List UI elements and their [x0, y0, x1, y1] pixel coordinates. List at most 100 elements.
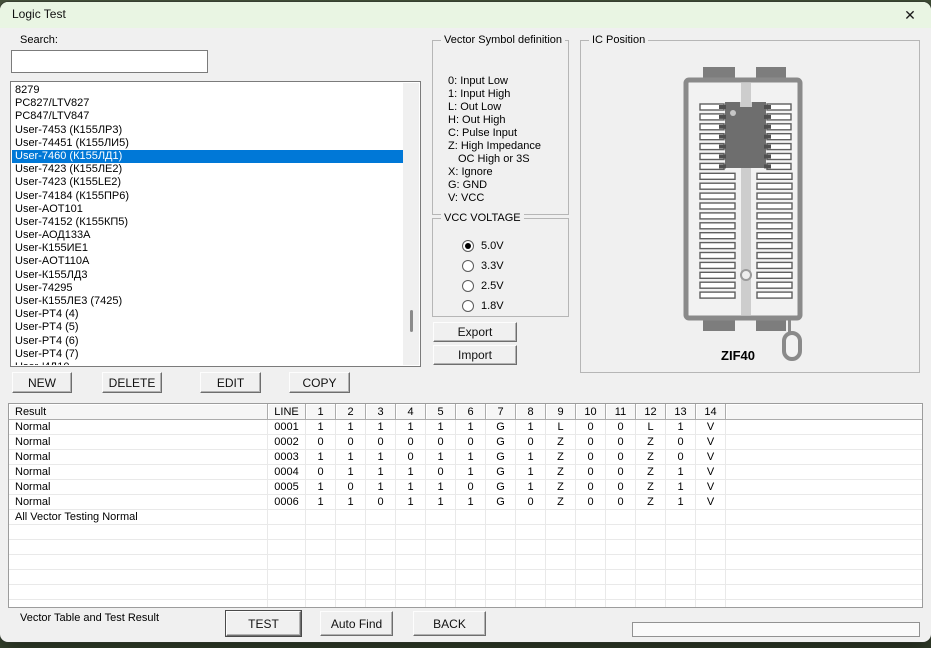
filler-cell	[726, 435, 922, 449]
column-header-pin[interactable]: 7	[486, 404, 516, 420]
device-list-item[interactable]: User-AOT110A	[12, 255, 403, 268]
auto-find-button[interactable]: Auto Find	[320, 611, 393, 636]
edit-button[interactable]: EDIT	[200, 372, 261, 393]
search-input[interactable]	[11, 50, 208, 73]
pin-value-cell: 1	[456, 450, 486, 464]
column-header-pin[interactable]: 1	[306, 404, 336, 420]
vcc-option[interactable]: 3.3V	[433, 256, 568, 276]
pin-value-cell	[576, 585, 606, 599]
column-header-pin[interactable]: 3	[366, 404, 396, 420]
pin-value-cell	[516, 510, 546, 524]
filler-cell	[726, 420, 922, 434]
vcc-option[interactable]: 1.8V	[433, 296, 568, 316]
table-row[interactable]: Normal0005101110G1Z00Z1V	[9, 480, 922, 495]
back-button[interactable]: BACK	[413, 611, 486, 636]
device-list-item[interactable]: User-К155ИЕ1	[12, 242, 403, 255]
filler-cell	[726, 555, 922, 569]
device-list-item[interactable]: User-АОД133А	[12, 229, 403, 242]
column-header-pin[interactable]: 12	[636, 404, 666, 420]
device-list-item[interactable]: User-PT4 (4)	[12, 308, 403, 321]
table-row[interactable]: Normal0001111111G1L00L1V	[9, 420, 922, 435]
table-row[interactable]: Normal0004011101G1Z00Z1V	[9, 465, 922, 480]
vector-symbol-line: L: Out Low	[448, 101, 566, 114]
pin-value-cell	[306, 540, 336, 554]
device-list-item[interactable]: User-PT4 (6)	[12, 335, 403, 348]
pin-value-cell: 0	[456, 435, 486, 449]
device-list-item[interactable]: User-PT4 (5)	[12, 321, 403, 334]
device-list-item[interactable]: User-7423 (К155LE2)	[12, 176, 403, 189]
filler-cell	[726, 570, 922, 584]
device-listbox[interactable]: 8279PC827/LTV827PC847/LTV847User-7453 (К…	[10, 81, 421, 367]
column-header-pin[interactable]: 5	[426, 404, 456, 420]
column-header-pin[interactable]: 2	[336, 404, 366, 420]
device-list-item[interactable]: PC827/LTV827	[12, 97, 403, 110]
device-list-item[interactable]: 8279	[12, 84, 403, 97]
column-header-pin[interactable]: 4	[396, 404, 426, 420]
table-row[interactable]: Normal0006110111G0Z00Z1V	[9, 495, 922, 510]
pin-value-cell: 1	[366, 465, 396, 479]
device-list-item[interactable]: User-К155ЛЕ3 (7425)	[12, 295, 403, 308]
device-list-item[interactable]: User-74451 (К155ЛИ5)	[12, 137, 403, 150]
column-header-pin[interactable]: 14	[696, 404, 726, 420]
device-list-item[interactable]: User-7453 (К155ЛР3)	[12, 124, 403, 137]
pin-value-cell	[516, 525, 546, 539]
table-row[interactable]: Normal0003111011G1Z00Z0V	[9, 450, 922, 465]
copy-button[interactable]: COPY	[289, 372, 350, 393]
line-cell: 0005	[268, 480, 306, 494]
pin-value-cell	[456, 570, 486, 584]
device-list-item[interactable]: User-74295	[12, 282, 403, 295]
device-list-item[interactable]: User-74184 (К155ПР6)	[12, 190, 403, 203]
result-cell: Normal	[9, 435, 268, 449]
column-header-line[interactable]: LINE	[268, 404, 306, 420]
pin-value-cell: 0	[666, 435, 696, 449]
device-list-item[interactable]: PC847/LTV847	[12, 110, 403, 123]
pin-value-cell	[366, 555, 396, 569]
listbox-scrollbar[interactable]	[403, 83, 419, 365]
pin-value-cell	[456, 555, 486, 569]
vector-symbol-line: 1: Input High	[448, 88, 566, 101]
pin-value-cell	[336, 525, 366, 539]
test-button[interactable]: TEST	[226, 611, 301, 636]
column-header-pin[interactable]: 8	[516, 404, 546, 420]
table-row[interactable]: Normal0002000000G0Z00Z0V	[9, 435, 922, 450]
column-header-pin[interactable]: 6	[456, 404, 486, 420]
delete-button[interactable]: DELETE	[102, 372, 162, 393]
vector-symbol-line: X: Ignore	[448, 166, 566, 179]
pin-value-cell	[426, 600, 456, 608]
pin-value-cell: 1	[336, 420, 366, 434]
line-cell	[268, 585, 306, 599]
pin-value-cell	[426, 525, 456, 539]
pin-value-cell	[396, 540, 426, 554]
device-list-item[interactable]: User-7460 (К155ЛД1)	[12, 150, 403, 163]
import-button[interactable]: Import	[433, 345, 517, 365]
vector-symbol-line: C: Pulse Input	[448, 127, 566, 140]
pin-value-cell	[516, 570, 546, 584]
column-header-pin[interactable]: 9	[546, 404, 576, 420]
device-list-item[interactable]: User-К155ЛД3	[12, 269, 403, 282]
column-header-pin[interactable]: 10	[576, 404, 606, 420]
device-list-item[interactable]: User-74152 (К155КП5)	[12, 216, 403, 229]
pin-value-cell: 1	[336, 495, 366, 509]
listbox-scrollbar-thumb[interactable]	[410, 310, 413, 332]
pin-value-cell	[456, 585, 486, 599]
column-header-pin[interactable]: 11	[606, 404, 636, 420]
pin-value-cell	[636, 540, 666, 554]
titlebar[interactable]: Logic Test ✕	[0, 2, 931, 28]
close-button[interactable]: ✕	[895, 3, 925, 27]
device-list-item[interactable]: User-7423 (К155ЛЕ2)	[12, 163, 403, 176]
device-list-item[interactable]: User-PT4 (7)	[12, 348, 403, 361]
table-summary-row[interactable]: All Vector Testing Normal	[9, 510, 922, 525]
device-list-item[interactable]: User-AOT101	[12, 203, 403, 216]
pin-value-cell	[666, 525, 696, 539]
column-header-result[interactable]: Result	[9, 404, 268, 420]
vcc-option[interactable]: 2.5V	[433, 276, 568, 296]
new-button[interactable]: NEW	[12, 372, 72, 393]
pin-value-cell: 1	[426, 495, 456, 509]
export-button[interactable]: Export	[433, 322, 517, 342]
filler-cell	[726, 525, 922, 539]
vcc-option[interactable]: 5.0V	[433, 236, 568, 256]
device-list-item[interactable]: User-ИД10	[12, 361, 403, 365]
pin-value-cell: Z	[636, 435, 666, 449]
column-header-pin[interactable]: 13	[666, 404, 696, 420]
pin-value-cell: 0	[426, 465, 456, 479]
